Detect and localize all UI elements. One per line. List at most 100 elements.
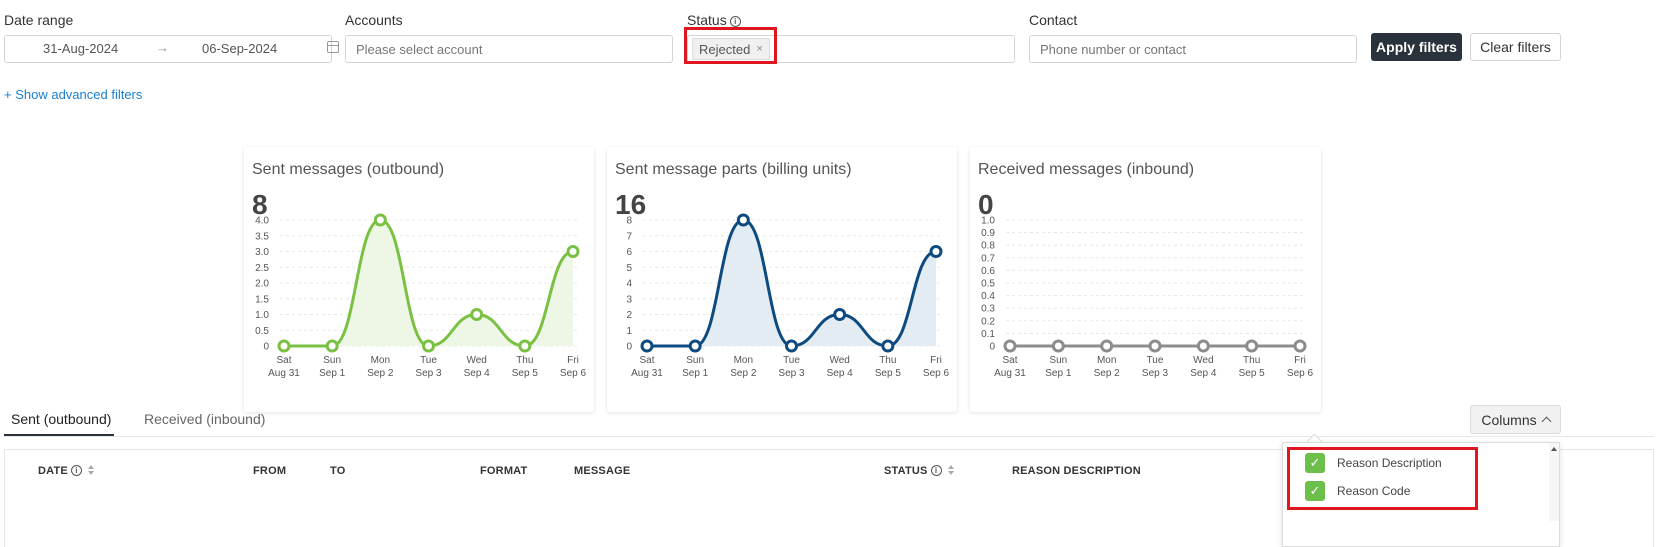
data-point xyxy=(1100,339,1114,353)
tabs-divider xyxy=(4,436,1654,437)
date-from[interactable]: 31-Aug-2024 xyxy=(43,41,118,56)
x-tick-date: Sep 2 xyxy=(730,368,757,379)
column-header-message: MESSAGE xyxy=(574,465,631,477)
dropdown-scrollbar[interactable] xyxy=(1549,443,1559,521)
y-tick-label: 8 xyxy=(626,216,632,227)
y-tick-label: 0.6 xyxy=(981,266,995,277)
received-messages-card: Received messages (inbound) 0 0 0.1 0.2 0.3… xyxy=(970,147,1321,412)
accounts-select[interactable]: Please select account xyxy=(345,35,673,63)
status-label-text: Status xyxy=(687,12,727,28)
sort-icon[interactable] xyxy=(947,465,954,475)
y-tick-label: 2.5 xyxy=(255,263,269,274)
y-tick-label: 2.0 xyxy=(255,279,269,290)
y-tick-label: 0 xyxy=(989,342,995,353)
x-tick-date: Sep 3 xyxy=(778,368,805,379)
data-point xyxy=(1148,339,1162,353)
x-tick-date: Sep 4 xyxy=(827,368,854,379)
y-tick-label: 0.9 xyxy=(981,228,995,239)
x-tick-day: Thu xyxy=(879,355,896,366)
status-label: Status i xyxy=(687,12,741,28)
status-highlight-box xyxy=(684,27,777,64)
sent-messages-chart: 0 0.5 1.0 1.5 2.0 2.5 3.0 3.5 4.0 Sat Aug 31 Sun Sep… xyxy=(255,213,587,379)
y-tick-label: 0.7 xyxy=(981,253,995,264)
data-point xyxy=(470,308,484,321)
x-tick-day: Sat xyxy=(276,355,291,366)
apply-filters-button[interactable]: Apply filters xyxy=(1371,33,1462,61)
sort-icon[interactable] xyxy=(87,465,94,475)
info-icon[interactable]: i xyxy=(729,16,741,27)
column-header-reason-description: REASON DESCRIPTION xyxy=(1012,465,1141,477)
y-tick-label: 1.5 xyxy=(255,294,269,305)
x-tick-date: Sep 4 xyxy=(464,368,491,379)
y-tick-label: 0.5 xyxy=(255,326,269,337)
y-tick-label: 0 xyxy=(263,342,269,353)
columns-button-label: Columns xyxy=(1481,411,1537,428)
x-tick-day: Sun xyxy=(323,355,341,366)
sent-message-parts-chart: 0 1 2 3 4 5 6 7 8 Sat Aug 31 Sun Sep 1 Mon Sep 2 Tue Sep… xyxy=(626,213,950,379)
data-point xyxy=(325,339,339,353)
x-tick-day: Thu xyxy=(516,355,533,366)
x-tick-date: Sep 3 xyxy=(415,368,442,379)
series-line xyxy=(647,218,937,348)
series-area xyxy=(647,220,936,346)
series-line xyxy=(284,218,574,348)
contact-input[interactable]: Phone number or contact xyxy=(1029,35,1357,63)
tab-received-inbound[interactable]: Received (inbound) xyxy=(144,411,265,427)
date-to[interactable]: 06-Sep-2024 xyxy=(202,41,277,56)
column-header-format: FORMAT xyxy=(480,465,528,477)
y-tick-label: 4 xyxy=(626,279,632,290)
received-messages-chart: 0 0.1 0.20.3 0.40.5 0.6 0.70.8 0.91.0 Sat Aug 31… xyxy=(981,216,1313,380)
x-tick-day: Wed xyxy=(466,355,486,366)
y-tick-label: 4.0 xyxy=(255,216,269,227)
y-tick-label: 1.0 xyxy=(255,310,269,321)
x-tick-date: Sep 2 xyxy=(367,368,394,379)
x-tick-date: Sep 1 xyxy=(1045,368,1072,379)
data-point xyxy=(1196,339,1210,353)
y-tick-label: 0.3 xyxy=(981,304,995,315)
x-tick-date: Sep 5 xyxy=(875,368,902,379)
scroll-up-icon[interactable] xyxy=(1551,447,1557,451)
x-tick-date: Sep 1 xyxy=(319,368,346,379)
y-tick-label: 0.1 xyxy=(981,329,995,340)
columns-button[interactable]: Columns xyxy=(1470,405,1561,434)
x-tick-date: Sep 3 xyxy=(1142,368,1169,379)
contact-label: Contact xyxy=(1029,12,1078,28)
sent-message-parts-card: Sent message parts (billing units) 16 01… xyxy=(607,147,957,412)
y-tick-label: 3.5 xyxy=(255,231,269,242)
data-point xyxy=(1245,339,1259,353)
x-tick-day: Mon xyxy=(734,355,753,366)
x-tick-day: Wed xyxy=(829,355,849,366)
x-tick-day: Sun xyxy=(1049,355,1067,366)
x-tick-day: Mon xyxy=(371,355,390,366)
clear-filters-button[interactable]: Clear filters xyxy=(1470,33,1561,61)
y-tick-label: 6 xyxy=(626,247,632,258)
data-point xyxy=(736,213,750,227)
column-header-status[interactable]: STATUS i xyxy=(884,465,954,477)
info-icon[interactable]: i xyxy=(930,465,942,476)
data-point xyxy=(518,339,532,353)
column-header-date[interactable]: DATE i xyxy=(38,465,94,477)
x-tick-day: Sun xyxy=(686,355,704,366)
y-tick-label: 3 xyxy=(626,294,632,305)
calendar-icon[interactable] xyxy=(327,41,339,53)
y-tick-label: 1.0 xyxy=(981,216,995,227)
x-tick-day: Tue xyxy=(783,355,800,366)
x-tick-day: Fri xyxy=(1294,355,1306,366)
x-tick-day: Tue xyxy=(420,355,437,366)
data-point xyxy=(566,245,580,258)
sent-messages-card: Sent messages (outbound) 8 0 0.5 1.0 1.5 2.0… xyxy=(244,147,594,412)
column-header-date-label: DATE xyxy=(38,465,68,477)
show-advanced-filters-link[interactable]: + Show advanced filters xyxy=(4,87,142,102)
x-tick-day: Wed xyxy=(1193,355,1213,366)
data-point xyxy=(422,339,435,353)
x-tick-day: Sat xyxy=(1002,355,1017,366)
x-tick-date: Aug 31 xyxy=(631,368,663,379)
tab-sent-outbound[interactable]: Sent (outbound) xyxy=(11,411,111,427)
data-point xyxy=(1051,339,1065,353)
data-point xyxy=(833,308,847,321)
info-icon[interactable]: i xyxy=(70,465,82,476)
accounts-label: Accounts xyxy=(345,12,403,28)
y-tick-label: 1 xyxy=(626,326,632,337)
x-tick-day: Tue xyxy=(1147,355,1164,366)
data-point xyxy=(1293,339,1307,353)
